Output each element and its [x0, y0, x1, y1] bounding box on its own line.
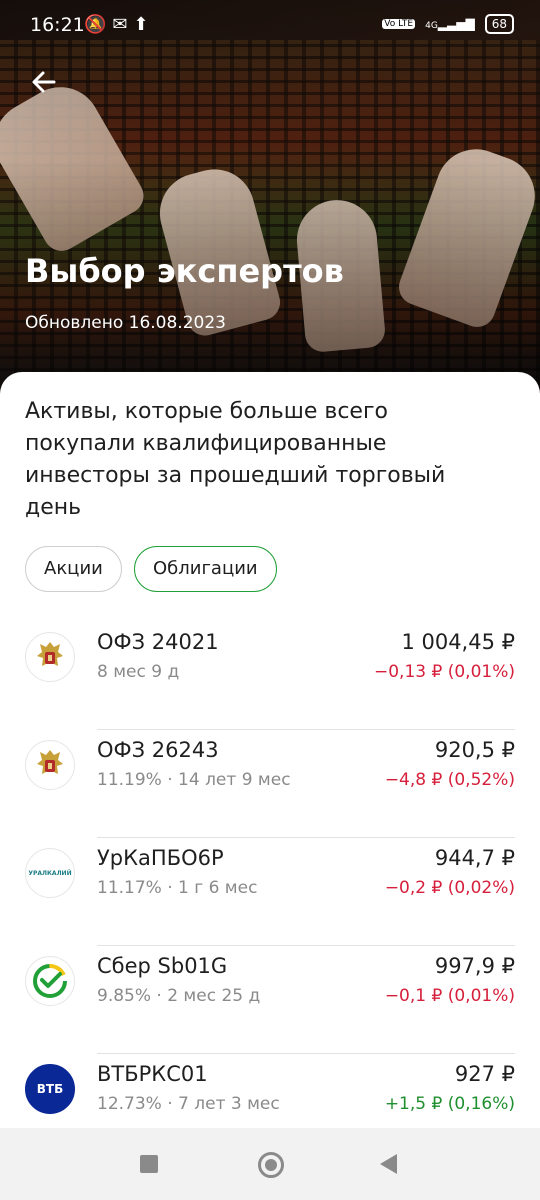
asset-price: 944,7 ₽ — [434, 846, 515, 870]
asset-change: −0,2 ₽ (0,02%) — [384, 878, 515, 898]
asset-price: 1 004,45 ₽ — [401, 630, 515, 654]
asset-change: +1,5 ₽ (0,16%) — [384, 1094, 515, 1114]
asset-details: 11.17% · 1 г 6 мес — [97, 878, 258, 898]
asset-name: Сбер Sb01G — [97, 954, 228, 978]
hero-banner: 16:21 🔕✉⬆ Vo LTE 4G▂▃▅▇ 68 Выбор эксперт… — [0, 0, 540, 400]
asset-price: 920,5 ₽ — [434, 738, 515, 762]
filter-chip-stocks[interactable]: Акции — [25, 546, 122, 592]
updated-date: Обновлено 16.08.2023 — [25, 313, 226, 333]
status-bar: 16:21 🔕✉⬆ Vo LTE 4G▂▃▅▇ 68 — [0, 0, 540, 52]
content-sheet: Активы, которые больше всего покупали кв… — [0, 372, 540, 1132]
asset-details: 11.19% · 14 лет 9 мес — [97, 770, 291, 790]
system-nav-bar — [0, 1128, 540, 1200]
asset-row[interactable]: ОФЗ 24021 8 мес 9 д 1 004,45 ₽ −0,13 ₽ (… — [0, 622, 540, 730]
filter-chip-bonds[interactable]: Облигации — [134, 546, 277, 592]
back-arrow-icon[interactable] — [28, 66, 60, 98]
asset-price: 997,9 ₽ — [434, 954, 515, 978]
back-triangle-icon[interactable] — [380, 1154, 397, 1174]
russia-emblem-icon — [25, 632, 75, 682]
home-icon[interactable] — [258, 1152, 284, 1178]
asset-change: −0,13 ₽ (0,01%) — [374, 662, 515, 682]
notification-icons: 🔕✉⬆ — [84, 14, 155, 35]
asset-name: УрКаПБО6Р — [97, 846, 224, 870]
asset-row[interactable]: Сбер Sb01G 9.85% · 2 мес 25 д 997,9 ₽ −0… — [0, 946, 540, 1054]
asset-change: −0,1 ₽ (0,01%) — [384, 986, 515, 1006]
asset-details: 8 мес 9 д — [97, 662, 180, 682]
asset-details: 12.73% · 7 лет 3 мес — [97, 1094, 280, 1114]
page-title: Выбор экспертов — [25, 252, 344, 290]
signal-icon: 4G▂▃▅▇ — [425, 17, 475, 31]
asset-details: 9.85% · 2 мес 25 д — [97, 986, 261, 1006]
asset-change: −4,8 ₽ (0,52%) — [384, 770, 515, 790]
volte-icon: Vo LTE — [382, 19, 416, 29]
status-right: Vo LTE 4G▂▃▅▇ 68 — [382, 14, 514, 34]
recent-apps-icon[interactable] — [140, 1155, 158, 1173]
sber-logo-icon — [25, 956, 75, 1006]
asset-row[interactable]: УРАЛКАЛИЙ УрКаПБО6Р 11.17% · 1 г 6 мес 9… — [0, 838, 540, 946]
uralkali-logo-icon: УРАЛКАЛИЙ — [25, 848, 75, 898]
status-time: 16:21 — [30, 14, 85, 36]
asset-row[interactable]: ОФЗ 26243 11.19% · 14 лет 9 мес 920,5 ₽ … — [0, 730, 540, 838]
battery-icon: 68 — [484, 14, 514, 34]
vtb-logo-icon: ВТБ — [25, 1064, 75, 1114]
asset-name: ВТБРКС01 — [97, 1062, 208, 1086]
asset-price: 927 ₽ — [454, 1062, 515, 1086]
russia-emblem-icon — [25, 740, 75, 790]
description-text: Активы, которые больше всего покупали кв… — [25, 399, 446, 520]
asset-name: ОФЗ 24021 — [97, 630, 219, 654]
asset-name: ОФЗ 26243 — [97, 738, 219, 762]
